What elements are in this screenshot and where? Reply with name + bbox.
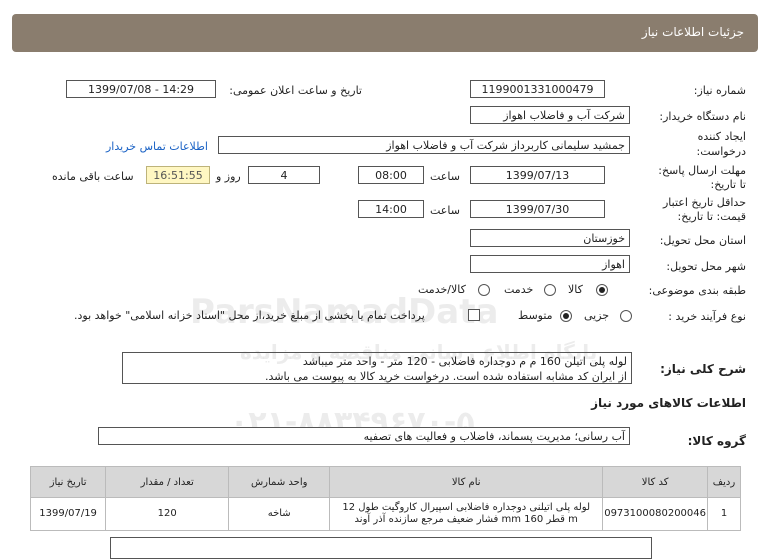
purchase-option-medium: متوسط	[518, 309, 553, 322]
province-label: استان محل تحویل:	[659, 234, 746, 247]
cell-date: 1399/07/19	[29, 497, 107, 531]
deadline-time-label: ساعت	[430, 170, 460, 183]
announce-label: تاریخ و ساعت اعلان عمومی:	[229, 84, 362, 97]
purchase-radio-medium[interactable]	[560, 310, 572, 322]
announce-field: 1399/07/08 - 14:29	[66, 80, 216, 98]
header-date: تاریخ نیاز	[29, 466, 107, 498]
buyer-field: شرکت آب و فاضلاب اهواز	[470, 106, 630, 124]
days-field: 4	[248, 166, 320, 184]
page-title-bar: جزئیات اطلاعات نیاز	[12, 14, 758, 52]
cell-code: 0973100080200046	[602, 497, 708, 531]
header-code: کد کالا	[602, 466, 708, 498]
table-row: 1 0973100080200046 لوله پلی اتیلنی دوجدا…	[29, 497, 741, 531]
goods-section-title: اطلاعات کالاهای مورد نیاز	[591, 396, 746, 410]
cell-name-line-2: m قطر mm 160 فشار ضعیف مرجع سازنده آذر آ…	[354, 514, 578, 525]
creator-label-1: ایجاد کننده	[697, 130, 746, 143]
header-name: نام کالا	[329, 466, 604, 498]
cell-name-line-1: لوله پلی اتیلنی دوجداره فاضلابی اسپیرال …	[342, 502, 591, 513]
validity-date-field: 1399/07/30	[470, 200, 605, 218]
validity-label-1: حداقل تاریخ اعتبار	[662, 196, 746, 209]
validity-label-2: قیمت: تا تاریخ:	[677, 210, 746, 223]
goods-group-field: آب رسانی؛ مدیریت پسماند، فاضلاب و فعالیت…	[98, 427, 630, 445]
purchase-radio-minor[interactable]	[620, 310, 632, 322]
city-field: اهواز	[470, 255, 630, 273]
notes-box	[110, 537, 652, 559]
category-option-goods: کالا	[568, 283, 583, 296]
deadline-date-field: 1399/07/13	[470, 166, 605, 184]
days-label: روز و	[216, 170, 241, 183]
buyer-label: نام دستگاه خریدار:	[659, 110, 746, 123]
creator-label-2: درخواست:	[696, 145, 746, 158]
buyer-contact-link[interactable]: اطلاعات تماس خریدار	[106, 140, 208, 153]
page-title: جزئیات اطلاعات نیاز	[641, 25, 744, 39]
description-line-2: از ایران کد مشابه استفاده شده است. درخوا…	[264, 370, 627, 383]
category-label: طبقه بندی موضوعی:	[648, 284, 746, 297]
category-option-both: کالا/خدمت	[418, 283, 466, 296]
purchase-option-minor: جزیی	[584, 309, 610, 322]
need-number-field: 1199001331000479	[470, 80, 605, 98]
need-number-label: شماره نیاز:	[693, 84, 746, 97]
treasury-payment-text: پرداخت تمام یا بخشی از مبلغ خرید،از محل …	[74, 309, 425, 322]
city-label: شهر محل تحویل:	[666, 260, 746, 273]
cell-unit: شاخه	[228, 497, 331, 531]
goods-table: ردیف کد کالا نام کالا واحد شمارش تعداد /…	[29, 466, 741, 531]
province-field: خوزستان	[470, 229, 630, 247]
header-qty: تعداد / مقدار	[105, 466, 230, 498]
deadline-label-1: مهلت ارسال پاسخ:	[658, 164, 746, 177]
header-unit: واحد شمارش	[228, 466, 331, 498]
description-label: شرح کلی نیاز:	[660, 362, 746, 376]
category-radio-goods[interactable]	[596, 284, 608, 296]
remaining-label: ساعت باقی مانده	[52, 170, 134, 183]
category-option-service: خدمت	[504, 283, 534, 296]
description-box: لوله پلی اتیلن 160 م م دوجداره فاضلابی -…	[122, 352, 632, 384]
cell-qty: 120	[105, 497, 230, 531]
category-radio-service[interactable]	[544, 284, 556, 296]
deadline-time-field: 08:00	[358, 166, 424, 184]
creator-field: جمشید سلیمانی کاربرداز شرکت آب و فاضلاب …	[218, 136, 630, 154]
table-header-row: ردیف کد کالا نام کالا واحد شمارش تعداد /…	[29, 466, 741, 498]
deadline-label-2: تا تاریخ:	[710, 178, 746, 191]
goods-group-label: گروه کالا:	[687, 434, 746, 448]
purchase-type-label: نوع فرآیند خرید :	[668, 310, 746, 323]
description-line-1: لوله پلی اتیلن 160 م م دوجداره فاضلابی -…	[302, 355, 627, 368]
cell-index: 1	[707, 497, 741, 531]
validity-time-field: 14:00	[358, 200, 424, 218]
validity-time-label: ساعت	[430, 204, 460, 217]
treasury-payment-checkbox[interactable]	[468, 309, 480, 321]
remaining-time-field: 16:51:55	[146, 166, 210, 184]
cell-name: لوله پلی اتیلنی دوجداره فاضلابی اسپیرال …	[329, 497, 604, 531]
category-radio-both[interactable]	[478, 284, 490, 296]
header-index: ردیف	[707, 466, 741, 498]
